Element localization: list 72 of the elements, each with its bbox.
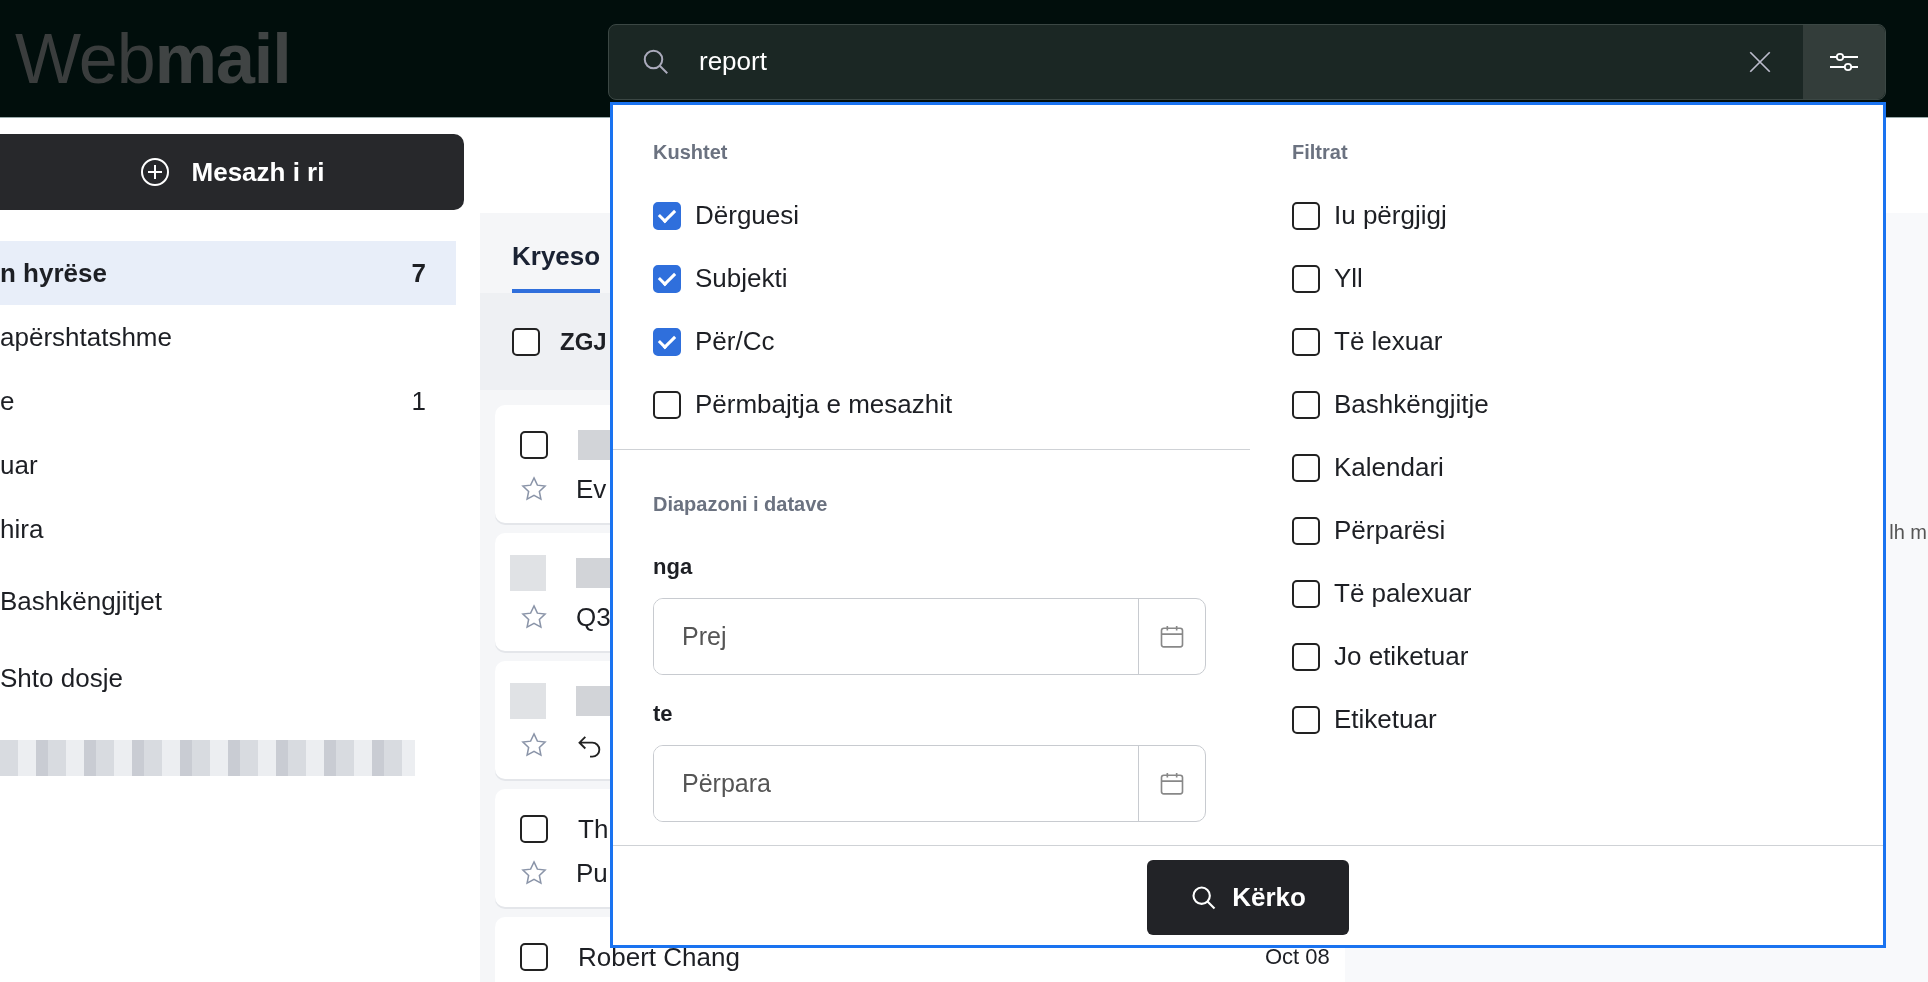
checkbox[interactable]: [653, 327, 681, 356]
folder-item[interactable]: uar: [0, 433, 456, 497]
from-label: nga: [653, 555, 694, 579]
select-all-label: ZGJ: [560, 327, 607, 356]
folder-label: e: [0, 385, 15, 417]
checkbox[interactable]: [1292, 327, 1320, 356]
checkbox[interactable]: [1292, 390, 1320, 419]
star-icon[interactable]: [520, 475, 548, 503]
message-date: Oct 08: [1265, 944, 1330, 970]
filter-option[interactable]: Jo etiketuar: [1292, 625, 1883, 688]
pixelated-avatar: [510, 683, 546, 719]
checkbox[interactable]: [653, 390, 681, 419]
plus-circle-icon: [139, 157, 170, 187]
checkbox[interactable]: [1292, 705, 1320, 734]
folder-item[interactable]: n hyrëse 7: [0, 241, 456, 305]
condition-option[interactable]: Dërguesi: [653, 184, 1250, 247]
unread-count: 7: [411, 257, 426, 289]
folder-label: uar: [0, 449, 38, 481]
folder-label: n hyrëse: [0, 257, 107, 289]
folder-label: hira: [0, 513, 44, 545]
filter-option[interactable]: Të lexuar: [1292, 310, 1883, 373]
filter-option[interactable]: Iu përgjigj: [1292, 184, 1883, 247]
checkbox[interactable]: [1292, 642, 1320, 671]
section-title: Diapazoni i datave: [653, 492, 829, 516]
filter-button[interactable]: [1803, 24, 1885, 99]
to-label: te: [653, 702, 674, 726]
folder-item[interactable]: hira: [0, 497, 456, 561]
folder-item[interactable]: e 1: [0, 369, 456, 433]
search-button[interactable]: Kërko: [1147, 860, 1349, 935]
search-input[interactable]: report: [697, 45, 1747, 78]
folder-label: Shto dosje: [0, 662, 123, 694]
checkbox[interactable]: [1292, 264, 1320, 293]
sender-name: Robert Chang: [578, 941, 740, 973]
message-checkbox[interactable]: [520, 815, 548, 843]
select-all-checkbox[interactable]: [512, 327, 540, 356]
checkbox[interactable]: [1292, 516, 1320, 545]
webmail-logo: Webmail: [15, 18, 292, 99]
condition-option[interactable]: Subjekti: [653, 247, 1250, 310]
checkbox[interactable]: [1292, 453, 1320, 482]
star-icon[interactable]: [520, 731, 548, 759]
star-icon[interactable]: [520, 603, 548, 631]
filter-option[interactable]: Përparësi: [1292, 499, 1883, 562]
filter-option[interactable]: Kalendari: [1292, 436, 1883, 499]
filter-option[interactable]: Yll: [1292, 247, 1883, 310]
checkbox[interactable]: [653, 264, 681, 293]
message-subject: Pu: [576, 857, 608, 889]
folder-item[interactable]: apërshtatshme: [0, 305, 456, 369]
section-title: Filtrat: [1292, 140, 1349, 164]
pixelated-avatar: [510, 555, 546, 591]
unread-count: 1: [411, 385, 426, 417]
folder-item[interactable]: Bashkëngjitjet: [0, 569, 456, 633]
checkbox[interactable]: [1292, 201, 1320, 230]
star-icon[interactable]: [520, 859, 548, 887]
filter-option[interactable]: Të palexuar: [1292, 562, 1883, 625]
sender-name: Th: [578, 813, 609, 845]
reading-pane-hint: lh m: [1889, 521, 1927, 544]
checkbox[interactable]: [1292, 579, 1320, 608]
message-subject: Ev: [576, 473, 607, 505]
message-checkbox[interactable]: [520, 431, 548, 459]
condition-option[interactable]: Për/Cc: [653, 310, 1250, 373]
condition-option[interactable]: Përmbajtja e mesazhit: [653, 373, 1250, 436]
folder-label: apërshtatshme: [0, 321, 172, 353]
message-subject: Q3: [576, 601, 611, 633]
filter-option[interactable]: Etiketuar: [1292, 688, 1883, 751]
message-checkbox[interactable]: [520, 943, 548, 971]
checkbox[interactable]: [653, 201, 681, 230]
section-title: Kushtet: [653, 140, 729, 164]
search-field[interactable]: report: [608, 23, 1886, 100]
new-message-button[interactable]: Mesazh i ri: [0, 134, 464, 210]
folder-label: Bashkëngjitjet: [0, 585, 162, 617]
folder-item[interactable]: Shto dosje: [0, 646, 456, 710]
filter-option[interactable]: Bashkëngjitje: [1292, 373, 1883, 436]
